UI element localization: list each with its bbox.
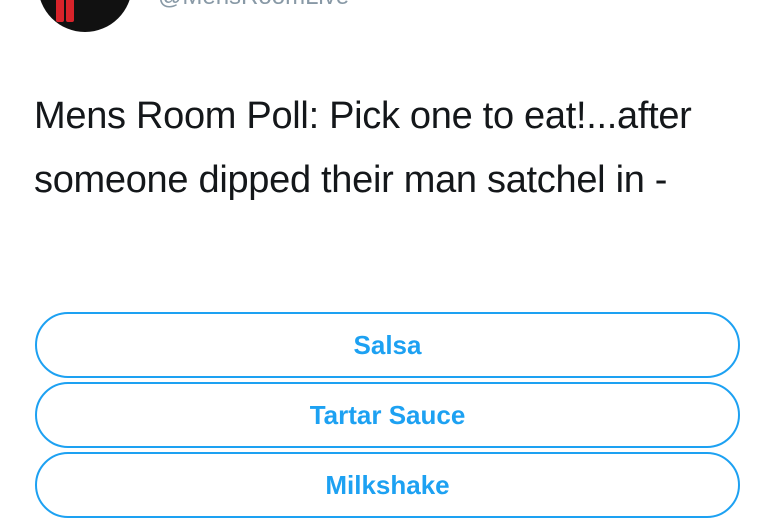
poll-option-salsa[interactable]: Salsa xyxy=(35,312,740,378)
avatar-logo-mark xyxy=(66,0,74,22)
poll: Salsa Tartar Sauce Milkshake xyxy=(35,312,740,522)
author-handle[interactable]: @MensRoomLive xyxy=(158,0,349,9)
avatar[interactable] xyxy=(38,0,132,32)
poll-option-milkshake[interactable]: Milkshake xyxy=(35,452,740,518)
avatar-logo-mark xyxy=(56,0,64,22)
poll-option-tartar-sauce[interactable]: Tartar Sauce xyxy=(35,382,740,448)
tweet-text: Mens Room Poll: Pick one to eat!...after… xyxy=(34,95,692,201)
